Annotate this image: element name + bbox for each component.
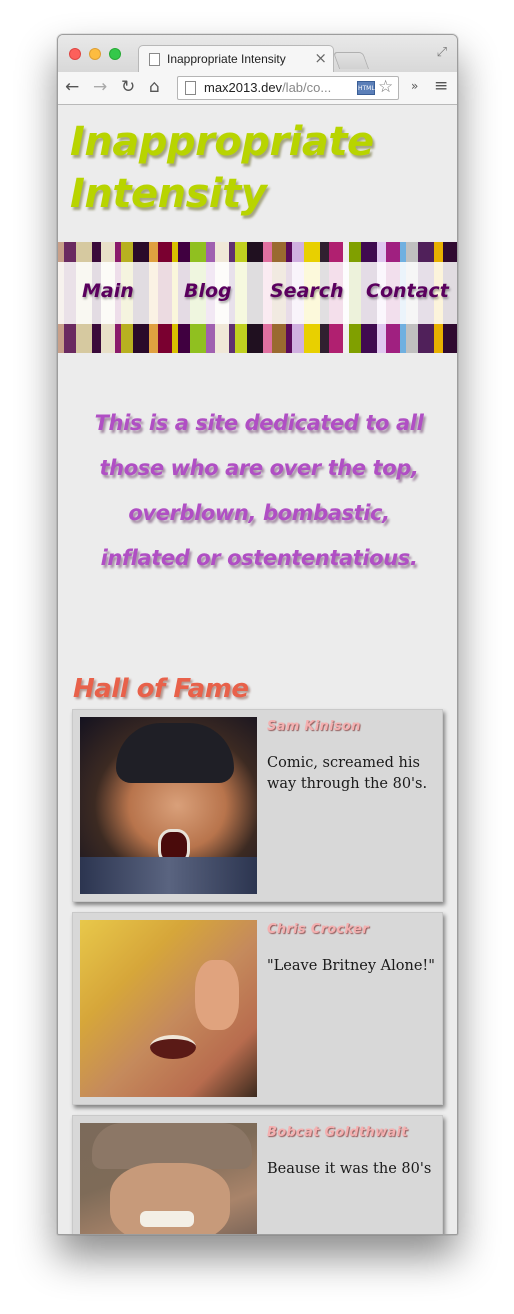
nav-link-contact[interactable]: Contact — [366, 280, 449, 302]
browser-window: Inappropriate Intensity × ⤢ ← → ↻ ⌂ max2… — [57, 34, 458, 1235]
hall-of-fame-card: Sam Kinison Comic, screamed his way thro… — [72, 709, 443, 902]
browser-toolbar: ← → ↻ ⌂ max2013.dev/lab/co... HTML ☆ » ≡ — [58, 72, 457, 105]
browser-tab[interactable]: Inappropriate Intensity × — [138, 45, 334, 73]
nav-link-blog[interactable]: Blog — [184, 280, 232, 302]
reload-icon[interactable]: ↻ — [121, 77, 135, 97]
nav-band: Main Blog Search Contact — [58, 242, 457, 353]
hat-shape — [116, 723, 234, 783]
url-text[interactable]: max2013.dev/lab/co... — [204, 80, 331, 95]
portrait-image — [80, 1123, 257, 1234]
site-title: Inappropriate Intensity — [70, 119, 374, 217]
jacket-shape — [80, 857, 257, 894]
card-description: Beause it was the 80's — [267, 1161, 432, 1177]
url-path: /lab/co... — [282, 80, 332, 95]
tagline: This is a site dedicated to all those wh… — [94, 411, 424, 570]
hall-of-fame-card: Chris Crocker "Leave Britney Alone!" — [72, 912, 443, 1105]
page-icon — [185, 81, 196, 95]
portrait-image — [80, 717, 257, 894]
card-name: Chris Crocker — [267, 922, 369, 937]
page-icon — [149, 53, 160, 66]
star-icon[interactable]: ☆ — [378, 77, 393, 97]
url-host: max2013.dev — [204, 80, 283, 95]
card-description: Comic, screamed his way through the 80's… — [267, 755, 428, 792]
hall-of-fame-card: Bobcat Goldthwait Beause it was the 80's — [72, 1115, 443, 1234]
new-tab-button[interactable] — [332, 52, 370, 69]
grin-shape — [140, 1211, 194, 1227]
card-description: "Leave Britney Alone!" — [267, 958, 435, 974]
maximize-window-button[interactable] — [109, 48, 121, 60]
html5-icon[interactable]: HTML — [357, 81, 375, 95]
hall-of-fame-heading: Hall of Fame — [73, 674, 249, 704]
address-bar[interactable]: max2013.dev/lab/co... HTML ☆ — [177, 76, 399, 100]
close-tab-icon[interactable]: × — [314, 49, 327, 67]
tab-title: Inappropriate Intensity — [167, 52, 286, 66]
tab-strip: Inappropriate Intensity × ⤢ — [58, 35, 457, 73]
close-window-button[interactable] — [69, 48, 81, 60]
forward-icon[interactable]: → — [93, 77, 107, 97]
hand-shape — [195, 960, 239, 1030]
card-name: Bobcat Goldthwait — [267, 1125, 408, 1140]
fullscreen-icon[interactable]: ⤢ — [437, 45, 447, 60]
nav-link-main[interactable]: Main — [82, 280, 134, 302]
back-icon[interactable]: ← — [65, 77, 79, 97]
home-icon[interactable]: ⌂ — [149, 77, 160, 97]
menu-icon[interactable]: ≡ — [434, 76, 448, 96]
mouth-shape — [150, 1035, 196, 1059]
portrait-image — [80, 920, 257, 1097]
extensions-overflow-button[interactable]: » — [411, 79, 418, 93]
nav-link-search[interactable]: Search — [270, 280, 344, 302]
card-name: Sam Kinison — [267, 719, 361, 734]
page-content: Inappropriate Intensity Main Blog Search… — [58, 106, 457, 1234]
minimize-window-button[interactable] — [89, 48, 101, 60]
